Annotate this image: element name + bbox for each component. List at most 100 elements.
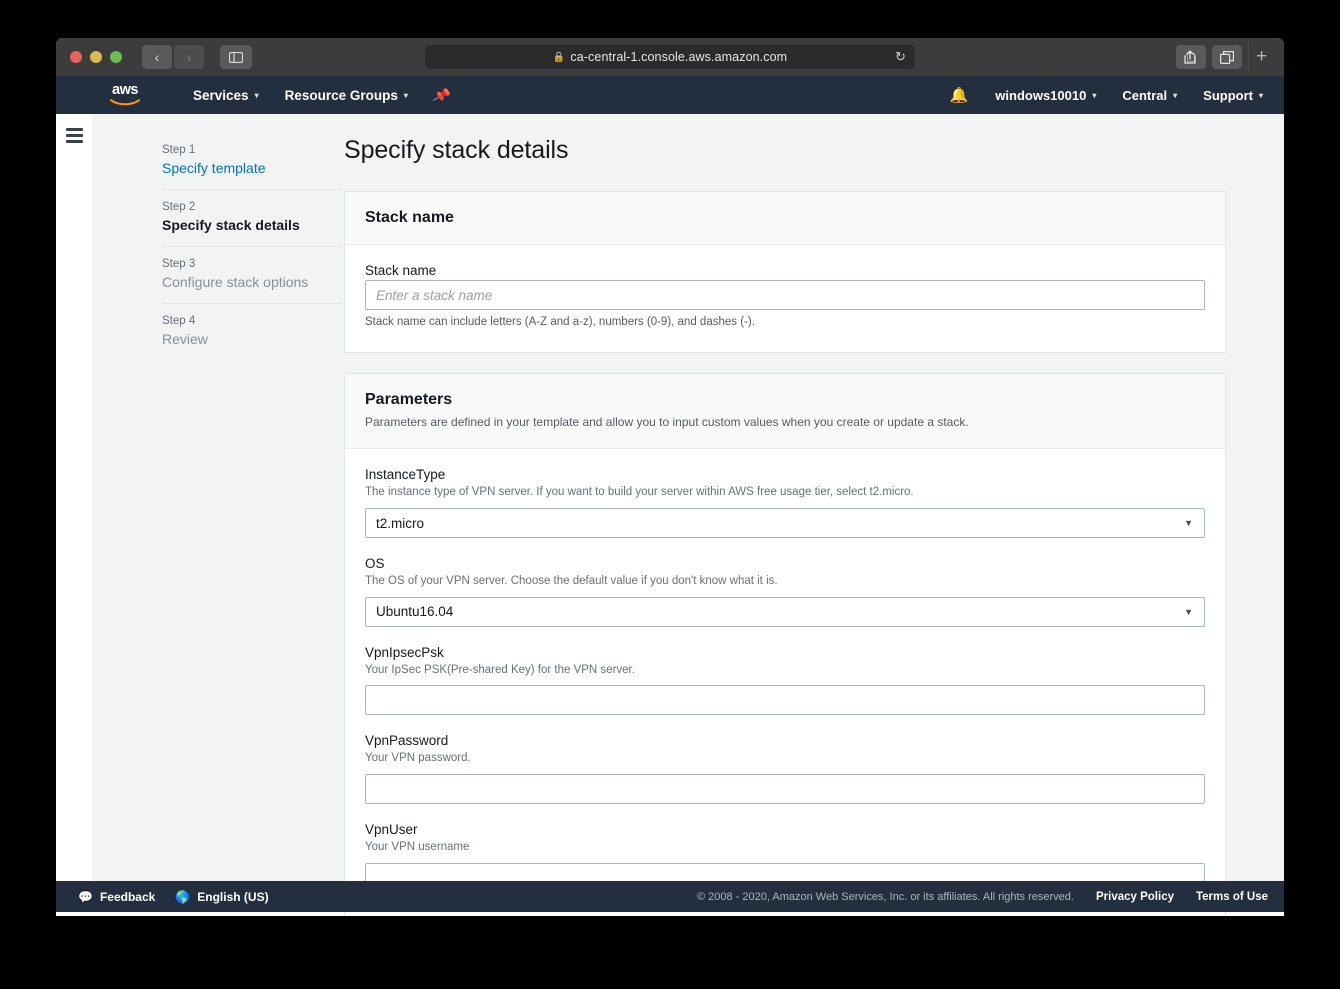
chevron-down-icon: ▾ [254, 90, 259, 100]
reload-icon[interactable]: ↻ [895, 49, 906, 65]
stack-name-card: Stack name Stack name Stack name can inc… [344, 191, 1226, 353]
url-text: ca-central-1.console.aws.amazon.com [570, 50, 788, 64]
step-label: Configure stack options [162, 274, 309, 290]
tabs-overview-icon[interactable] [1212, 45, 1242, 69]
maximize-window-button[interactable] [110, 51, 122, 63]
privacy-policy-link[interactable]: Privacy Policy [1096, 891, 1174, 903]
lock-icon: 🔒 [552, 51, 566, 63]
browser-titlebar: ‹ › 🔒 ca-central-1.console.aws.amazon.co… [56, 38, 1284, 76]
aws-logo[interactable]: aws [106, 82, 144, 108]
browser-window: ‹ › 🔒 ca-central-1.console.aws.amazon.co… [56, 38, 1284, 916]
sidebar-toggle-icon[interactable] [220, 45, 252, 69]
hamburger-bar [65, 140, 83, 143]
close-window-button[interactable] [70, 51, 82, 63]
sidebar-glyph [229, 51, 243, 63]
window-controls [64, 51, 122, 63]
parameter-os: OS The OS of your VPN server. Choose the… [365, 556, 1205, 627]
nav-services-label: Services [193, 87, 249, 103]
step-number: Step 3 [162, 258, 196, 270]
parameter-label: VpnPassword [365, 733, 449, 749]
parameter-vpnpassword: VpnPassword Your VPN password. [365, 733, 1205, 805]
parameter-description: The instance type of VPN server. If you … [365, 486, 914, 499]
minimize-window-button[interactable] [90, 51, 102, 63]
language-selector[interactable]: 🌎 English (US) [175, 890, 268, 904]
main-content: Specify stack details Stack name Stack n… [344, 114, 1284, 916]
nav-account-menu[interactable]: windows10010 ▾ [982, 88, 1109, 103]
left-rail [56, 114, 92, 881]
globe-icon: 🌎 [175, 889, 191, 904]
parameter-label: VpnUser [365, 822, 418, 838]
share-icon[interactable]:  [1176, 45, 1206, 69]
nav-services[interactable]: Services ▾ [180, 76, 272, 114]
page-title: Specify stack details [344, 136, 569, 164]
parameter-label: VpnIpsecPsk [365, 644, 444, 660]
chevron-down-icon: ▾ [403, 90, 408, 100]
content-wrapper: Step 1 Specify template Step 2 Specify s… [92, 114, 1284, 916]
hamburger-menu-icon[interactable] [65, 128, 83, 881]
stack-name-input[interactable] [365, 280, 1205, 310]
terms-of-use-link[interactable]: Terms of Use [1196, 891, 1268, 903]
nav-resource-groups[interactable]: Resource Groups ▾ [272, 76, 421, 114]
step-label: Specify stack details [162, 217, 300, 233]
nav-support-label: Support [1203, 87, 1253, 103]
sidebar-item-step-4[interactable]: Step 4 Review [162, 304, 342, 360]
back-icon[interactable]: ‹ [142, 45, 172, 69]
footer-left: 💬 Feedback 🌎 English (US) [78, 890, 269, 904]
footer-right: © 2008 - 2020, Amazon Web Services, Inc.… [697, 891, 1268, 903]
notifications-bell-icon[interactable]: 🔔 [936, 86, 983, 104]
feedback-button[interactable]: 💬 Feedback [78, 890, 155, 904]
tabs-glyph [1220, 50, 1234, 64]
stack-name-field: Stack name Stack name can include letter… [365, 263, 1205, 328]
vpnpassword-input[interactable] [365, 774, 1205, 805]
instancetype-select[interactable]: t2.micro ▼ [365, 508, 1205, 539]
aws-footer: 💬 Feedback 🌎 English (US) © 2008 - 2020,… [56, 881, 1284, 912]
chevron-down-icon: ▼ [1184, 606, 1193, 617]
parameter-vpnipsecpsk: VpnIpsecPsk Your IpSec PSK(Pre-shared Ke… [365, 645, 1205, 716]
step-label[interactable]: Specify template [162, 160, 342, 176]
address-bar[interactable]: 🔒 ca-central-1.console.aws.amazon.com ↻ [425, 45, 915, 69]
nav-account-label: windows10010 [995, 87, 1087, 103]
aws-logo-text: aws [112, 82, 138, 98]
chevron-down-icon: ▾ [1258, 90, 1263, 100]
step-label: Review [162, 331, 208, 347]
nav-support-menu[interactable]: Support ▾ [1190, 88, 1276, 103]
os-select[interactable]: Ubuntu16.04 ▼ [365, 596, 1205, 627]
parameter-instancetype: InstanceType The instance type of VPN se… [365, 467, 1205, 539]
stack-name-card-body: Stack name Stack name can include letter… [345, 245, 1225, 352]
new-tab-button[interactable]: + [1248, 42, 1274, 72]
feedback-label: Feedback [99, 889, 156, 904]
share-glyph [1184, 50, 1196, 64]
nav-region-menu[interactable]: Central ▾ [1109, 88, 1190, 103]
aws-navigation-bar: aws Services ▾ Resource Groups ▾ 📌 🔔 win… [56, 76, 1284, 114]
aws-nav-right: 🔔 windows10010 ▾ Central ▾ Support ▾ [936, 86, 1276, 104]
stack-name-card-header: Stack name [345, 192, 1225, 245]
chevron-down-icon: ▾ [1173, 90, 1178, 100]
step-number: Step 4 [162, 315, 196, 327]
toolbar-right:  + [1176, 42, 1274, 72]
parameters-card: Parameters Parameters are defined in you… [344, 373, 1226, 916]
nav-region-label: Central [1122, 87, 1168, 103]
forward-icon[interactable]: › [174, 45, 204, 69]
stack-name-hint: Stack name can include letters (A-Z and … [365, 316, 755, 328]
instancetype-value: t2.micro [376, 515, 425, 531]
step-number: Step 1 [162, 144, 196, 156]
parameter-label: OS [365, 556, 385, 572]
parameters-subheading: Parameters are defined in your template … [365, 415, 969, 429]
vpnipsecpsk-input[interactable] [365, 685, 1205, 716]
sidebar-item-step-1[interactable]: Step 1 Specify template [162, 138, 342, 190]
parameter-description: Your VPN username [365, 841, 470, 854]
parameter-label: InstanceType [365, 467, 446, 483]
sidebar-item-step-2[interactable]: Step 2 Specify stack details [162, 190, 342, 247]
screen: ‹ › 🔒 ca-central-1.console.aws.amazon.co… [0, 0, 1340, 989]
pushpin-icon[interactable]: 📌 [431, 85, 452, 105]
hamburger-bar [65, 134, 83, 137]
parameter-description: Your VPN password. [365, 752, 471, 765]
sidebar-item-step-3[interactable]: Step 3 Configure stack options [162, 247, 342, 304]
parameters-card-header: Parameters Parameters are defined in you… [345, 374, 1225, 450]
parameters-heading: Parameters [365, 391, 453, 408]
hamburger-bar [65, 128, 83, 131]
navigation-buttons: ‹ › [142, 45, 204, 69]
speech-bubble-icon: 💬 [78, 889, 93, 904]
parameters-card-body: InstanceType The instance type of VPN se… [345, 449, 1225, 916]
chevron-down-icon: ▼ [1184, 518, 1193, 529]
